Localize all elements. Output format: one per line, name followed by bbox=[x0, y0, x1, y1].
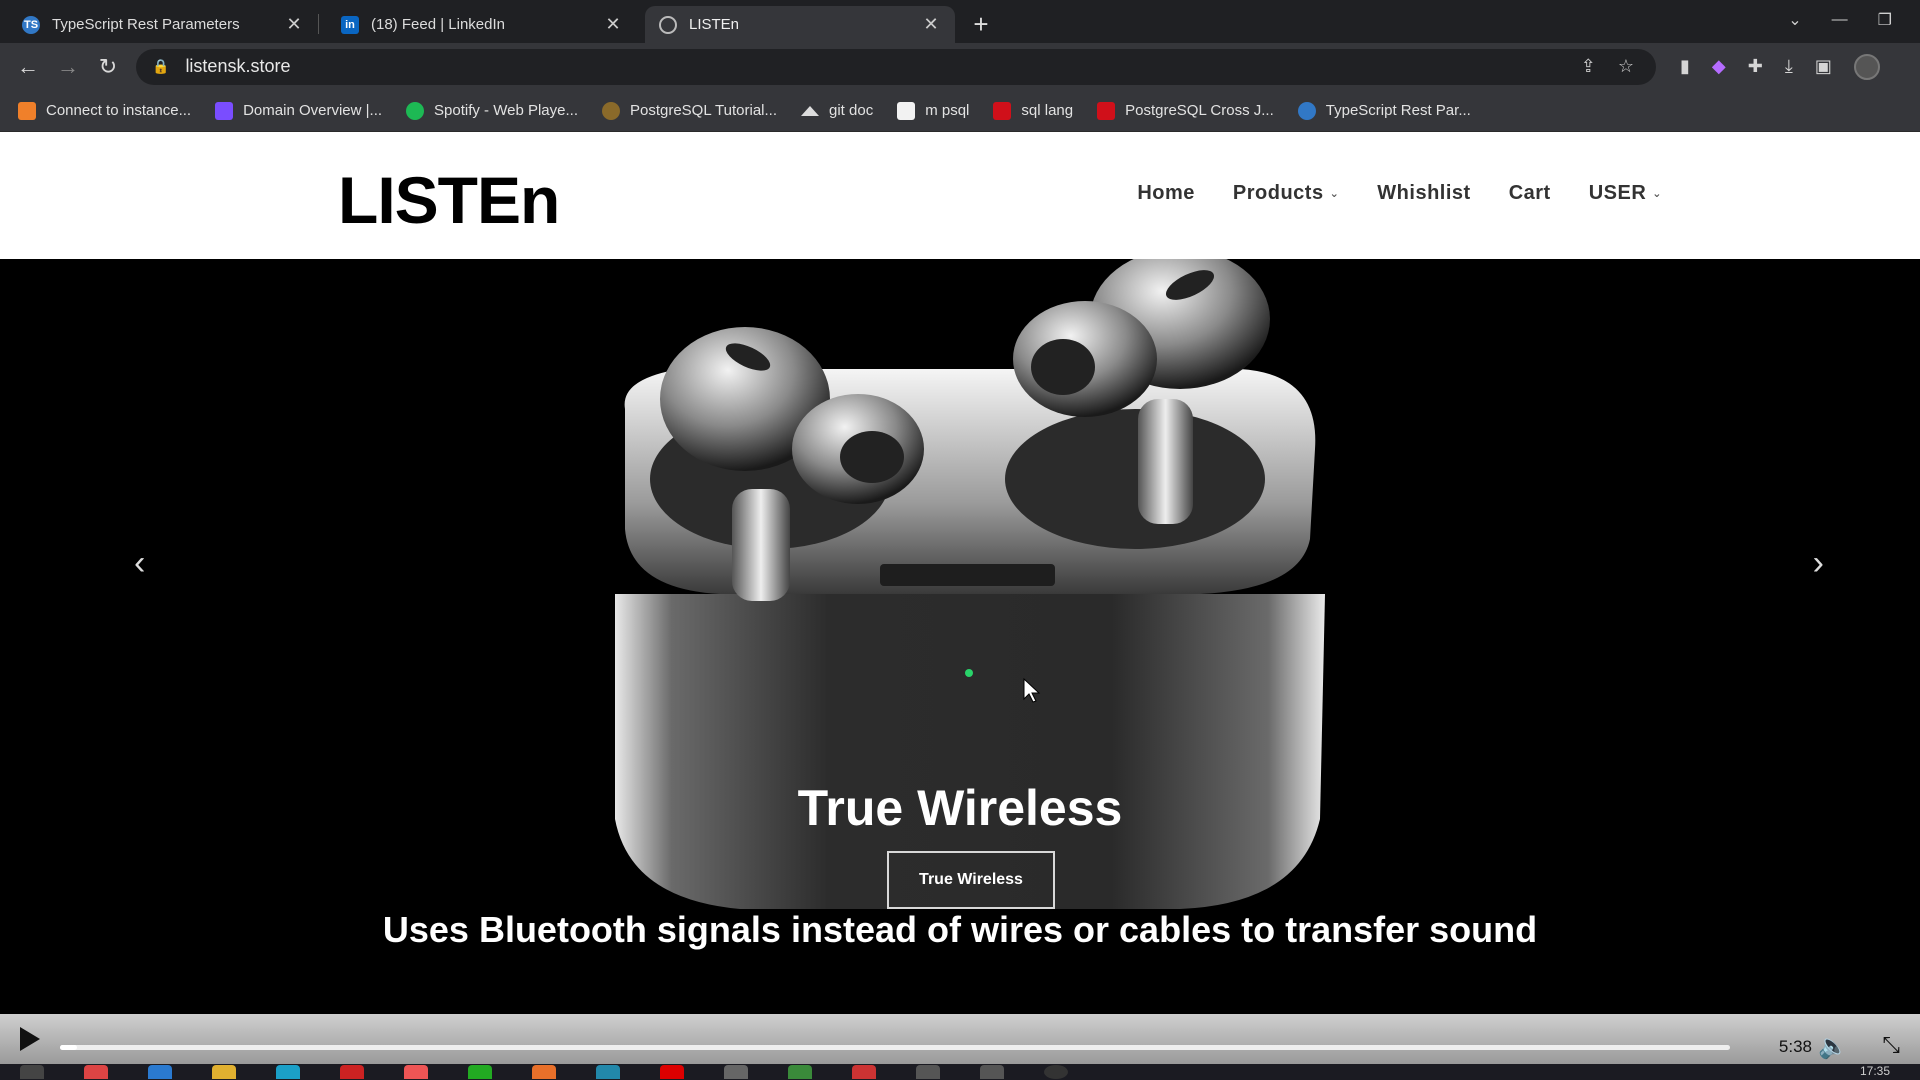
bookmark-spotify[interactable]: Spotify - Web Playe... bbox=[406, 101, 578, 120]
terminal-icon[interactable] bbox=[916, 1065, 940, 1079]
profile-avatar[interactable] bbox=[1853, 53, 1880, 80]
extensions-row: ▮ ◆ ✚ ⤓ ▣ bbox=[1680, 53, 1880, 80]
tab-search-chevron-icon[interactable]: ⌄ bbox=[1788, 10, 1801, 30]
bookmark-postgresql-cross-join[interactable]: PostgreSQL Cross J... bbox=[1097, 101, 1274, 120]
page-icon bbox=[897, 101, 916, 120]
bookmark-typescript-rest[interactable]: TypeScript Rest Par... bbox=[1297, 101, 1471, 120]
nav-products[interactable]: Products ⌄ bbox=[1233, 182, 1339, 205]
spotify-icon bbox=[406, 101, 425, 120]
volume-icon[interactable]: 🔈 bbox=[1818, 1032, 1848, 1061]
bookmark-star-icon[interactable]: ☆ bbox=[1618, 56, 1634, 77]
bookmark-postgresql-tutorial[interactable]: PostgreSQL Tutorial... bbox=[601, 101, 777, 120]
chrome-icon[interactable] bbox=[84, 1065, 108, 1079]
nav-home[interactable]: Home bbox=[1137, 182, 1195, 205]
typescript-icon: TS bbox=[22, 15, 40, 34]
notes-icon[interactable] bbox=[724, 1065, 748, 1079]
postman-icon[interactable] bbox=[532, 1065, 556, 1079]
taskbar-clock: 17:35 bbox=[1859, 1064, 1890, 1078]
close-tab-icon[interactable]: ✕ bbox=[921, 14, 941, 35]
browser-toolbar: ← → ↻ 🔒 listensk.store ⇪ ☆ ▮ ◆ ✚ ⤓ ▣ bbox=[0, 43, 1920, 90]
site-header: LISTEn Home Products ⌄ Whishlist Cart USE… bbox=[0, 132, 1920, 259]
close-tab-icon[interactable]: ✕ bbox=[284, 14, 304, 35]
red-shield-icon bbox=[1097, 101, 1116, 120]
hero-cta-button[interactable]: True Wireless bbox=[887, 851, 1055, 909]
os-taskbar: 17:35 bbox=[0, 1064, 1920, 1080]
chevron-down-icon: ⌄ bbox=[1652, 188, 1662, 200]
download-icon[interactable]: ⤓ bbox=[1785, 56, 1793, 77]
new-tab-button[interactable]: + bbox=[965, 8, 997, 40]
back-arrow-icon[interactable]: ← bbox=[8, 47, 48, 87]
extension-purple-icon[interactable]: ◆ bbox=[1712, 56, 1726, 77]
hero-carousel: ‹ › True Wireless True Wireless Uses Blu… bbox=[0, 259, 1920, 1014]
video-time: 5:38 bbox=[1778, 1037, 1812, 1056]
tab-listen-active[interactable]: LISTEn ✕ bbox=[645, 6, 955, 43]
hero-title: True Wireless bbox=[797, 780, 1123, 836]
opera-icon[interactable] bbox=[340, 1065, 364, 1079]
nav-cart[interactable]: Cart bbox=[1509, 182, 1551, 205]
bookmark-m-psql[interactable]: m psql bbox=[897, 101, 969, 120]
bookmark-sql-lang[interactable]: sql lang bbox=[993, 101, 1073, 120]
carousel-next-chevron-icon[interactable]: › bbox=[1813, 544, 1824, 583]
site-logo[interactable]: LISTEn bbox=[338, 162, 560, 238]
minimize-icon[interactable]: — bbox=[1832, 11, 1848, 29]
fullscreen-exit-icon[interactable]: ⤡ bbox=[1882, 1032, 1900, 1058]
main-nav: Home Products ⌄ Whishlist Cart USER ⌄ bbox=[1137, 182, 1662, 205]
close-tab-icon[interactable]: ✕ bbox=[603, 14, 623, 35]
bookmark-git-doc[interactable]: git doc bbox=[801, 102, 873, 119]
url-text: listensk.store bbox=[185, 56, 291, 76]
tab-title: (18) Feed | LinkedIn bbox=[371, 16, 505, 33]
progress-fill bbox=[60, 1045, 77, 1050]
browser-tab-strip: TS TypeScript Rest Parameters ✕ in (18) … bbox=[0, 0, 1920, 43]
typescript-icon bbox=[1297, 101, 1316, 120]
semrush-icon bbox=[215, 101, 234, 120]
puzzle-extensions-icon[interactable]: ✚ bbox=[1748, 56, 1763, 77]
chevron-down-icon: ⌄ bbox=[1329, 188, 1340, 200]
edge-icon[interactable] bbox=[276, 1065, 300, 1079]
video-progress-bar[interactable] bbox=[60, 1045, 1730, 1050]
git-icon[interactable] bbox=[852, 1065, 876, 1079]
mongodb-icon[interactable] bbox=[788, 1065, 812, 1079]
tab-linkedin-feed[interactable]: in (18) Feed | LinkedIn ✕ bbox=[327, 6, 637, 43]
globe-icon bbox=[659, 15, 677, 34]
hero-subtitle: Uses Bluetooth signals instead of wires … bbox=[382, 909, 1538, 950]
red-shield-icon bbox=[993, 101, 1012, 120]
linkedin-icon: in bbox=[341, 15, 359, 34]
whatsapp-icon[interactable] bbox=[468, 1065, 492, 1079]
tab-title: LISTEn bbox=[689, 16, 740, 33]
reload-icon[interactable]: ↻ bbox=[88, 47, 128, 87]
play-icon[interactable] bbox=[20, 1027, 40, 1051]
github-icon[interactable] bbox=[1044, 1065, 1068, 1079]
side-panel-icon[interactable]: ▣ bbox=[1815, 56, 1832, 77]
share-icon[interactable]: ⇪ bbox=[1581, 56, 1596, 77]
bookmark-connect-instance[interactable]: Connect to instance... bbox=[18, 101, 191, 120]
brave-icon[interactable] bbox=[404, 1065, 428, 1079]
extension-icon[interactable]: ▮ bbox=[1680, 56, 1690, 77]
bookmarks-bar: Connect to instance... Domain Overview |… bbox=[0, 90, 1920, 132]
bookmark-domain-overview[interactable]: Domain Overview |... bbox=[215, 101, 382, 120]
terminal-icon[interactable] bbox=[980, 1065, 1004, 1079]
video-player-controls: 5:38 🔈 ⤡ bbox=[0, 1014, 1920, 1064]
lock-icon[interactable]: 🔒 bbox=[152, 58, 169, 75]
aws-icon bbox=[18, 101, 36, 120]
youtube-icon[interactable] bbox=[660, 1065, 684, 1079]
file-explorer-icon[interactable] bbox=[212, 1065, 236, 1079]
tab-separator bbox=[318, 14, 319, 34]
nav-wishlist[interactable]: Whishlist bbox=[1377, 182, 1470, 205]
nav-user[interactable]: USER ⌄ bbox=[1589, 182, 1662, 205]
taskbar-app-icon[interactable] bbox=[20, 1065, 44, 1079]
restore-icon[interactable]: ❐ bbox=[1878, 10, 1892, 30]
telegram-icon[interactable] bbox=[596, 1065, 620, 1079]
carousel-prev-chevron-icon[interactable]: ‹ bbox=[134, 544, 145, 583]
vscode-icon[interactable] bbox=[148, 1065, 172, 1079]
tab-typescript-rest-parameters[interactable]: TS TypeScript Rest Parameters ✕ bbox=[8, 6, 318, 43]
tab-title: TypeScript Rest Parameters bbox=[52, 16, 240, 33]
forward-arrow-icon[interactable]: → bbox=[48, 47, 88, 87]
postgresql-tutorial-icon bbox=[601, 101, 620, 120]
mountain-icon bbox=[801, 105, 819, 116]
address-bar[interactable]: 🔒 listensk.store ⇪ ☆ bbox=[136, 48, 1656, 85]
window-controls: ⌄ — ❐ bbox=[1788, 0, 1920, 40]
